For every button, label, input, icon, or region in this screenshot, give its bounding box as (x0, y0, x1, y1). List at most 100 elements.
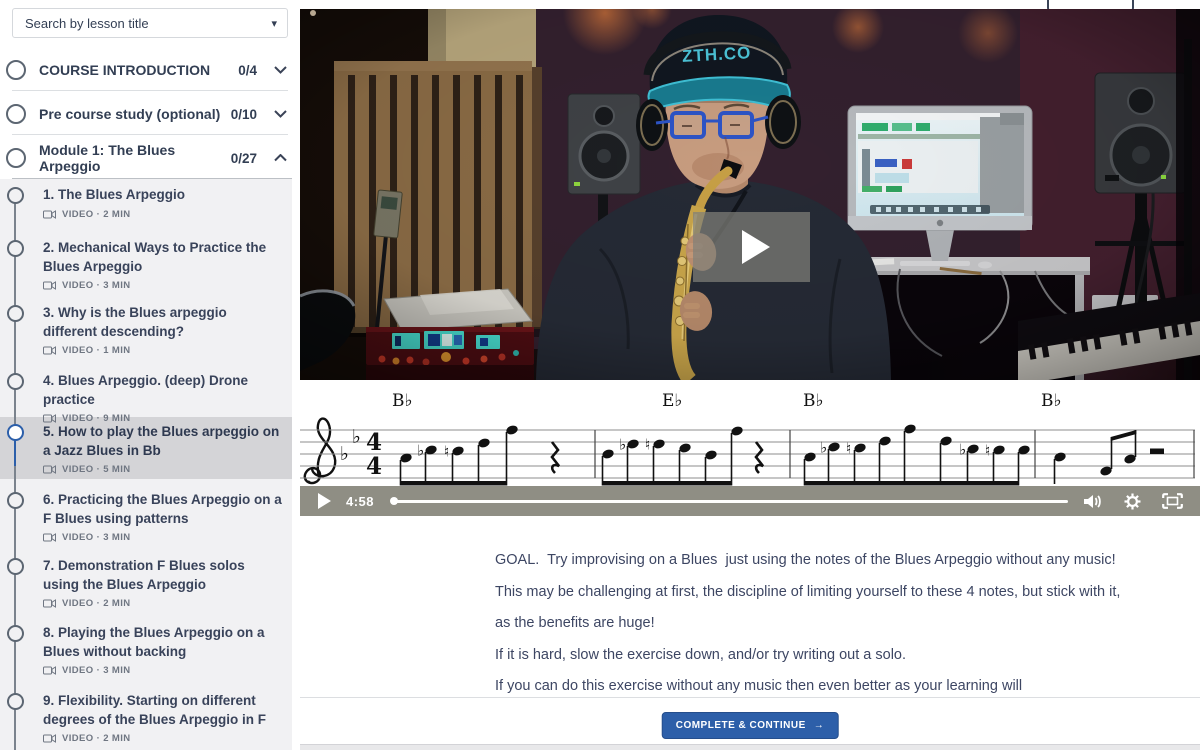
svg-text:4: 4 (366, 429, 382, 456)
section-title: COURSE INTRODUCTION (39, 62, 238, 78)
svg-text:♮: ♮ (846, 440, 851, 458)
lesson-meta-text: VIDEO · 5 MIN (62, 464, 131, 475)
lesson-meta: VIDEO · 3 MIN (43, 280, 292, 291)
lesson-title: 4. Blues Arpeggio. (deep) Drone practice (43, 372, 283, 409)
current-time: 4:58 (346, 494, 374, 509)
chord-symbol: B♭ (392, 391, 413, 411)
lesson-item[interactable]: 2. Mechanical Ways to Practice the Blues… (0, 239, 292, 291)
video-controls-bar: 4:58 (300, 486, 1200, 516)
video-camera-icon (43, 599, 56, 608)
section-progress-circle (6, 104, 26, 124)
video-camera-icon (43, 281, 56, 290)
video-camera-icon (43, 734, 56, 743)
lesson-status-circle (7, 240, 24, 257)
lesson-meta: VIDEO · 5 MIN (43, 464, 292, 475)
lesson-meta-text: VIDEO · 3 MIN (62, 532, 131, 543)
search-input[interactable] (23, 15, 265, 32)
chevron-down-icon[interactable] (274, 110, 287, 118)
description-line: If it is hard, slow the exercise down, a… (495, 648, 1145, 663)
section-course-introduction[interactable]: COURSE INTRODUCTION 0/4 (0, 50, 300, 90)
lesson-meta: VIDEO · 3 MIN (43, 532, 292, 543)
lesson-status-circle (7, 625, 24, 642)
big-play-button[interactable] (693, 212, 810, 282)
play-icon (742, 230, 770, 264)
section-divider (12, 90, 288, 91)
lesson-title: 1. The Blues Arpeggio (43, 186, 283, 205)
svg-text:♭: ♭ (340, 443, 349, 465)
video-camera-icon (43, 210, 56, 219)
lesson-item[interactable]: 7. Demonstration F Blues solos using the… (0, 557, 292, 609)
chevron-down-icon[interactable] (274, 66, 287, 74)
lesson-meta: VIDEO · 1 MIN (43, 345, 292, 356)
complete-continue-button[interactable]: COMPLETE & CONTINUE → (662, 712, 839, 739)
seek-bar[interactable] (391, 500, 1068, 503)
lesson-status-circle (7, 492, 24, 509)
chord-symbol: E♭ (662, 391, 682, 411)
video-player[interactable]: ZTH.CO (300, 9, 1200, 380)
description-line: This may be challenging at first, the di… (495, 585, 1145, 600)
complete-continue-label: COMPLETE & CONTINUE (676, 720, 806, 731)
svg-text:♮: ♮ (645, 436, 650, 454)
section-progress-circle (6, 148, 26, 168)
section-module-1[interactable]: Module 1: The Blues Arpeggio 0/27 (0, 138, 300, 178)
lesson-item[interactable]: 5. How to play the Blues arpeggio on a J… (0, 423, 292, 475)
play-button[interactable] (318, 493, 331, 509)
chord-symbol: B♭ (1041, 391, 1062, 411)
lesson-status-circle (7, 373, 24, 390)
lesson-title: 8. Playing the Blues Arpeggio on a Blues… (43, 624, 283, 661)
lesson-title: 9. Flexibility. Starting on different de… (43, 692, 283, 729)
video-camera-icon (43, 414, 56, 423)
lesson-status-circle (7, 187, 24, 204)
lesson-status-circle (7, 558, 24, 575)
lesson-item[interactable]: 9. Flexibility. Starting on different de… (0, 692, 292, 744)
svg-text:4: 4 (366, 453, 382, 480)
video-camera-icon (43, 666, 56, 675)
description-line: GOAL. Try improvising on a Blues just us… (495, 553, 1145, 568)
svg-text:♭: ♭ (417, 442, 424, 460)
section-progress-circle (6, 60, 26, 80)
settings-gear-icon[interactable] (1124, 493, 1141, 510)
lesson-meta: VIDEO · 3 MIN (43, 665, 292, 676)
lesson-item[interactable]: 1. The Blues Arpeggio VIDEO · 2 MIN (0, 186, 292, 220)
svg-text:♮: ♮ (444, 443, 449, 461)
lesson-title: 7. Demonstration F Blues solos using the… (43, 557, 283, 594)
studio-scene: ZTH.CO (300, 9, 1200, 380)
lesson-title: 3. Why is the Blues arpeggio different d… (43, 304, 283, 341)
search-caret-icon[interactable]: ▾ (271, 17, 277, 30)
fullscreen-icon[interactable] (1162, 493, 1183, 509)
section-title: Pre course study (optional) (39, 106, 231, 122)
section-count: 0/27 (231, 151, 257, 166)
video-camera-icon (43, 465, 56, 474)
lesson-meta: VIDEO · 2 MIN (43, 733, 292, 744)
section-pre-course-study[interactable]: Pre course study (optional) 0/10 (0, 94, 300, 134)
lesson-meta: VIDEO · 2 MIN (43, 598, 292, 609)
lesson-search-box[interactable]: ▾ (12, 8, 288, 38)
lesson-status-circle (7, 424, 24, 441)
lesson-meta-text: VIDEO · 2 MIN (62, 598, 131, 609)
lesson-meta-text: VIDEO · 2 MIN (62, 209, 131, 220)
curriculum-sidebar: ▾ COURSE INTRODUCTION 0/4 Pre course stu… (0, 0, 300, 750)
playhead-knob[interactable] (390, 497, 398, 505)
sheet-music: ♭♭44B♭♭♮E♭♭♮B♭♭♮♭♮B♭ (300, 380, 1200, 486)
lesson-status-circle (7, 693, 24, 710)
lesson-item[interactable]: 4. Blues Arpeggio. (deep) Drone practice… (0, 372, 292, 424)
svg-text:♭: ♭ (820, 439, 827, 457)
treble-clef (305, 419, 335, 484)
chord-symbol: B♭ (803, 391, 824, 411)
lesson-meta-text: VIDEO · 3 MIN (62, 280, 131, 291)
lesson-description: GOAL. Try improvising on a Blues just us… (495, 553, 1145, 694)
lesson-meta: VIDEO · 2 MIN (43, 209, 292, 220)
svg-text:♭: ♭ (352, 426, 361, 448)
chevron-up-icon[interactable] (274, 154, 287, 162)
description-line: as the benefits are huge! (495, 616, 1145, 631)
svg-text:♭: ♭ (619, 436, 626, 454)
lesson-meta-text: VIDEO · 3 MIN (62, 665, 131, 676)
lesson-meta-text: VIDEO · 1 MIN (62, 345, 131, 356)
section-count: 0/10 (231, 107, 257, 122)
svg-text:♮: ♮ (985, 442, 990, 460)
lesson-item[interactable]: 6. Practicing the Blues Arpeggio on a F … (0, 491, 292, 543)
lesson-item[interactable]: 3. Why is the Blues arpeggio different d… (0, 304, 292, 356)
content-divider (300, 697, 1200, 698)
volume-icon[interactable] (1084, 494, 1103, 509)
lesson-item[interactable]: 8. Playing the Blues Arpeggio on a Blues… (0, 624, 292, 676)
